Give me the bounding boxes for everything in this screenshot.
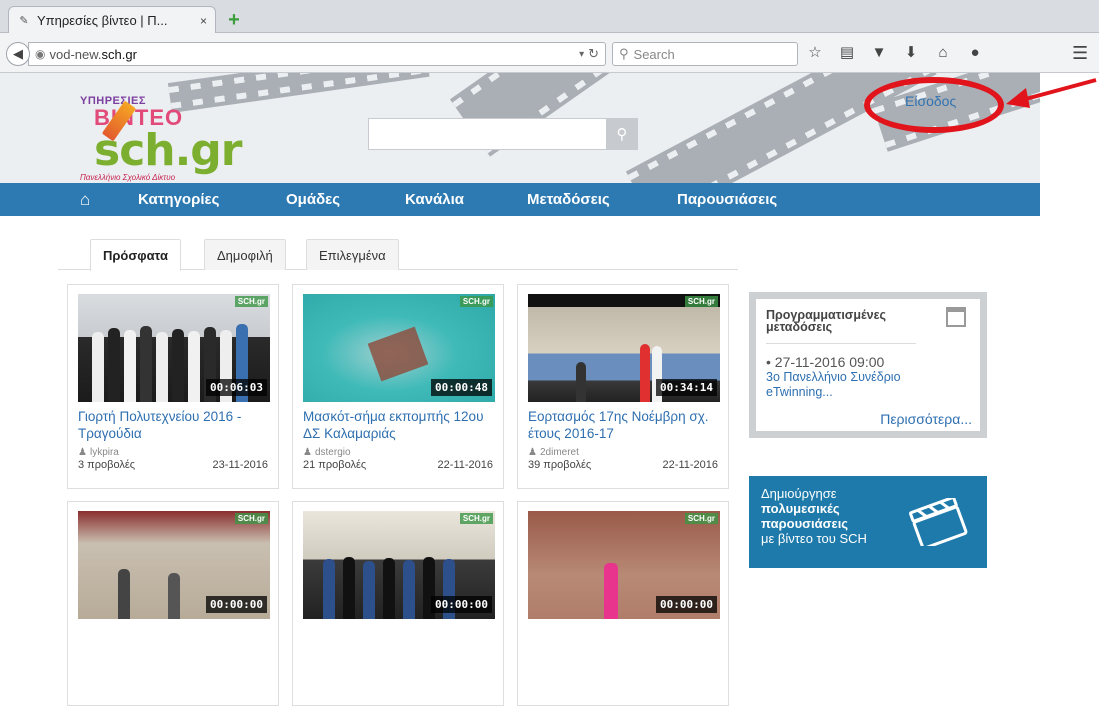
site-header: ΥΠΗΡΕΣΙΕΣ ΒΙΝΤΕΟ sch.gr Πανελλήνιο Σχολι… xyxy=(0,73,1040,183)
site-logo[interactable]: ΥΠΗΡΕΣΙΕΣ ΒΙΝΤΕΟ sch.gr Πανελλήνιο Σχολι… xyxy=(80,95,243,183)
browser-search-field[interactable]: ⚲ Search xyxy=(612,42,798,66)
dropdown-icon[interactable]: ▾ xyxy=(579,49,584,60)
search-icon: ⚲ xyxy=(619,46,629,61)
video-views: 39 προβολές xyxy=(528,459,592,471)
reading-list-icon[interactable]: ▤ xyxy=(838,43,856,61)
home-icon[interactable]: ⌂ xyxy=(80,190,90,210)
video-thumbnail[interactable]: SCH.gr 00:06:03 xyxy=(78,294,270,402)
sch-badge: SCH.gr xyxy=(459,513,493,524)
tab-popular[interactable]: Δημοφιλή xyxy=(204,239,286,270)
hamburger-menu-icon[interactable]: ☰ xyxy=(1072,43,1088,64)
scheduled-event-link[interactable]: 3ο Πανελλήνιο Συνέδριο eTwinning... xyxy=(766,370,970,400)
content-tabs: Πρόσφατα Δημοφιλή Επιλεγμένα xyxy=(58,237,738,271)
video-date: 22-11-2016 xyxy=(437,459,493,471)
nav-item-channels[interactable]: Κανάλια xyxy=(405,191,464,208)
video-duration: 00:34:14 xyxy=(656,379,717,396)
calendar-icon xyxy=(946,307,966,327)
video-title[interactable]: Γιορτή Πολυτεχνείου 2016 - Τραγούδια xyxy=(78,408,268,442)
sch-badge: SCH.gr xyxy=(234,296,268,307)
video-card[interactable]: SCH.gr 00:00:00 xyxy=(67,501,279,706)
video-card[interactable]: SCH.gr 00:00:00 xyxy=(517,501,729,706)
browser-toolbar: ◉ vod-new.sch.gr ▾ ↻ ◀ ⚲ Search ☆ ▤ ▼ ⬇ … xyxy=(0,33,1099,73)
video-date: 22-11-2016 xyxy=(662,459,718,471)
main-navigation: ⌂ Κατηγορίες Ομάδες Κανάλια Μεταδόσεις Π… xyxy=(0,183,1040,216)
clapperboard-icon xyxy=(909,498,968,546)
video-title[interactable]: Εορτασμός 17ης Νοέμβρη σχ. έτους 2016-17 xyxy=(528,408,718,442)
user-icon: ♟ xyxy=(78,447,87,458)
video-uploader[interactable]: ♟ 2dimeret xyxy=(528,447,718,458)
home-icon[interactable]: ⌂ xyxy=(934,44,952,61)
video-meta: 39 προβολές 22-11-2016 xyxy=(528,459,718,471)
video-title[interactable]: Μασκότ-σήμα εκπομπής 12ου ΔΣ Καλαμαριάς xyxy=(303,408,493,442)
new-tab-button[interactable]: + xyxy=(224,10,244,30)
video-views: 3 προβολές xyxy=(78,459,136,471)
back-arrow-icon: ◀ xyxy=(13,46,23,61)
video-views: 21 προβολές xyxy=(303,459,367,471)
video-thumbnail[interactable]: SCH.gr 00:34:14 xyxy=(528,294,720,402)
globe-icon: ◉ xyxy=(35,47,46,61)
scheduled-title: Προγραμματισμένες μεταδόσεις xyxy=(766,309,916,344)
video-duration: 00:06:03 xyxy=(206,379,267,396)
search-placeholder: Search xyxy=(633,46,675,62)
video-meta: 21 προβολές 22-11-2016 xyxy=(303,459,493,471)
nav-item-presentations[interactable]: Παρουσιάσεις xyxy=(677,191,777,208)
sch-badge: SCH.gr xyxy=(234,513,268,524)
scheduled-broadcasts-panel: Προγραμματισμένες μεταδόσεις • 27-11-201… xyxy=(749,292,987,438)
video-card[interactable]: SCH.gr 00:00:48 Μασκότ-σήμα εκπομπής 12ο… xyxy=(292,284,504,489)
user-icon: ♟ xyxy=(303,447,312,458)
video-meta: 3 προβολές 23-11-2016 xyxy=(78,459,268,471)
reload-icon[interactable]: ↻ xyxy=(588,46,599,62)
more-link[interactable]: Περισσότερα... xyxy=(880,411,972,427)
annotation-arrow-icon xyxy=(1006,78,1097,108)
url-text: vod-new.sch.gr xyxy=(49,46,137,62)
scheduled-date: • 27-11-2016 09:00 xyxy=(766,354,885,370)
site-search-input[interactable] xyxy=(368,118,606,150)
video-card[interactable]: SCH.gr 00:34:14 Εορτασμός 17ης Νοέμβρη σ… xyxy=(517,284,729,489)
pocket-icon[interactable]: ▼ xyxy=(870,44,888,61)
video-card[interactable]: SCH.gr 00:00:00 xyxy=(292,501,504,706)
site-search: ⚲ xyxy=(368,118,638,150)
sch-badge: SCH.gr xyxy=(684,513,718,524)
nav-item-broadcasts[interactable]: Μεταδόσεις xyxy=(527,191,610,208)
search-icon: ⚲ xyxy=(616,126,628,143)
bookmark-star-icon[interactable]: ☆ xyxy=(806,43,824,61)
nav-item-groups[interactable]: Ομάδες xyxy=(286,191,340,208)
user-icon: ♟ xyxy=(528,447,537,458)
chat-icon[interactable]: ● xyxy=(966,44,984,61)
sch-badge: SCH.gr xyxy=(459,296,493,307)
search-button[interactable]: ⚲ xyxy=(606,118,638,150)
close-tab-icon[interactable]: × xyxy=(200,14,207,28)
tab-recent[interactable]: Πρόσφατα xyxy=(90,239,181,271)
video-thumbnail[interactable]: SCH.gr 00:00:00 xyxy=(303,511,495,619)
video-uploader[interactable]: ♟ dstergio xyxy=(303,447,493,458)
nav-item-categories[interactable]: Κατηγορίες xyxy=(138,191,219,208)
sch-badge: SCH.gr xyxy=(684,296,718,307)
video-thumbnail[interactable]: SCH.gr 00:00:00 xyxy=(528,511,720,619)
favicon-icon: ✎ xyxy=(19,15,29,27)
scheduled-broadcasts-inner: Προγραμματισμένες μεταδόσεις • 27-11-201… xyxy=(756,299,980,431)
download-icon[interactable]: ⬇ xyxy=(902,43,920,61)
video-date: 23-11-2016 xyxy=(212,459,268,471)
login-link[interactable]: Είσοδος xyxy=(905,93,956,109)
tab-title: Υπηρεσίες βίντεο | Π... xyxy=(37,13,168,28)
presentations-promo-banner[interactable]: Δημιούργησε πολυμεσικές παρουσιάσεις με … xyxy=(749,476,987,568)
back-button[interactable]: ◀ xyxy=(6,42,30,66)
video-card[interactable]: SCH.gr 00:06:03 Γιορτή Πολυτεχνείου 2016… xyxy=(67,284,279,489)
browser-tab-bar: ✎ Υπηρεσίες βίντεο | Π... × + xyxy=(0,0,1099,34)
video-thumbnail[interactable]: SCH.gr 00:00:48 xyxy=(303,294,495,402)
address-bar[interactable]: ◉ vod-new.sch.gr ▾ ↻ xyxy=(28,42,606,66)
video-duration: 00:00:48 xyxy=(431,379,492,396)
browser-tab[interactable]: ✎ Υπηρεσίες βίντεο | Π... × xyxy=(8,6,216,34)
toolbar-icons: ☆ ▤ ▼ ⬇ ⌂ ● xyxy=(806,43,984,62)
video-uploader[interactable]: ♟ lykpira xyxy=(78,447,268,458)
tab-featured[interactable]: Επιλεγμένα xyxy=(306,239,399,270)
video-thumbnail[interactable]: SCH.gr 00:00:00 xyxy=(78,511,270,619)
